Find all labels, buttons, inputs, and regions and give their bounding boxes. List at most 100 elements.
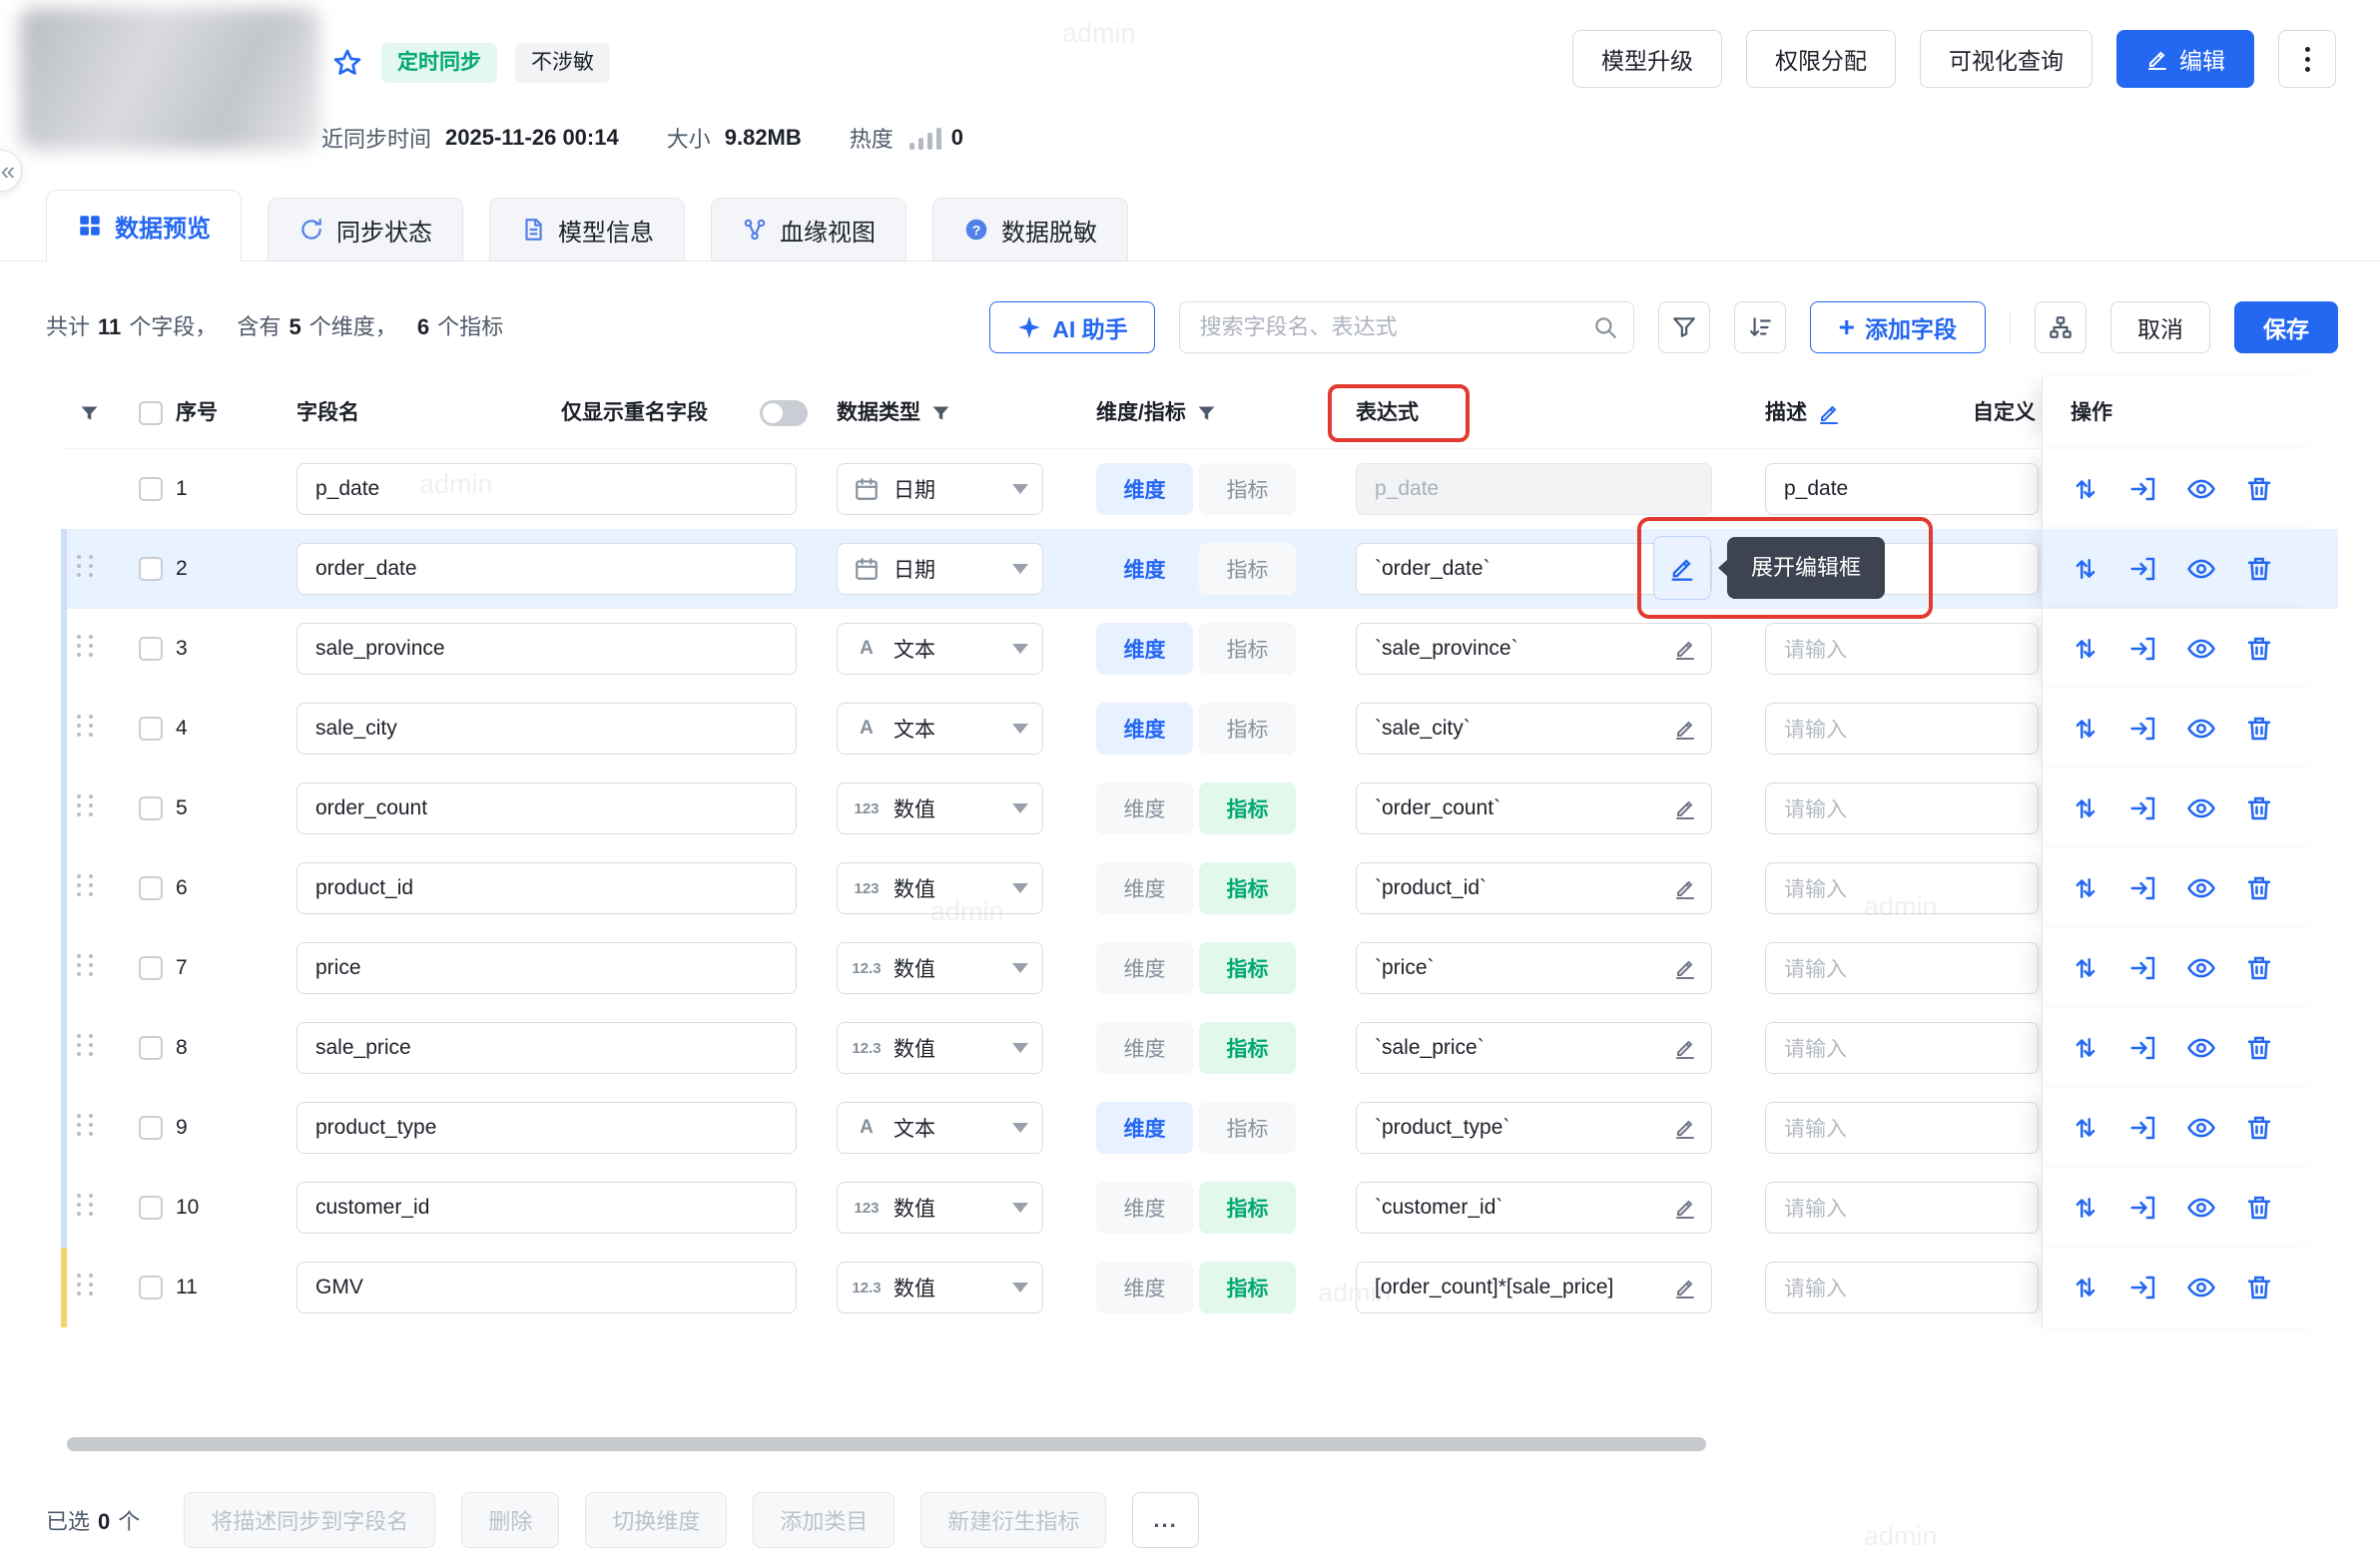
delete-field-icon[interactable] — [2244, 554, 2274, 584]
metric-toggle[interactable]: 指标 — [1199, 1182, 1296, 1234]
metric-toggle[interactable]: 指标 — [1199, 1022, 1296, 1074]
expand-editor-icon[interactable] — [1665, 788, 1705, 828]
dimension-toggle[interactable]: 维度 — [1096, 942, 1193, 994]
expression-input[interactable]: `product_id` — [1356, 862, 1712, 914]
batch-edit-description-icon[interactable] — [1817, 401, 1841, 425]
row-checkbox[interactable] — [139, 637, 163, 661]
table-filter-icon[interactable] — [79, 377, 100, 449]
expand-editor-button[interactable] — [1653, 536, 1711, 600]
expression-input[interactable]: `sale_price` — [1356, 1022, 1712, 1074]
drag-handle-icon[interactable] — [77, 1034, 96, 1056]
data-type-select[interactable]: 12.3 数值 — [837, 1262, 1043, 1313]
sync-desc-to-name-button[interactable]: 将描述同步到字段名 — [184, 1492, 435, 1548]
data-type-select[interactable]: 12.3 数值 — [837, 1022, 1043, 1074]
data-type-select[interactable]: 123 数值 — [837, 1182, 1043, 1234]
sort-button[interactable] — [1734, 301, 1786, 353]
drag-handle-icon[interactable] — [77, 635, 96, 657]
save-button[interactable]: 保存 — [2234, 301, 2338, 353]
move-row-icon[interactable] — [2071, 873, 2100, 903]
metric-toggle[interactable]: 指标 — [1199, 543, 1296, 595]
insert-row-icon[interactable] — [2128, 1193, 2158, 1223]
drag-handle-icon[interactable] — [77, 715, 96, 737]
field-name-input[interactable]: sale_province — [297, 623, 797, 675]
data-type-select[interactable]: 123 数值 — [837, 862, 1043, 914]
more-actions-button[interactable] — [2278, 30, 2336, 88]
row-checkbox[interactable] — [139, 1196, 163, 1220]
dimension-toggle[interactable]: 维度 — [1096, 463, 1193, 515]
field-name-input[interactable]: product_type — [297, 1102, 797, 1154]
insert-row-icon[interactable] — [2128, 634, 2158, 664]
dimension-toggle[interactable]: 维度 — [1096, 1022, 1193, 1074]
move-row-icon[interactable] — [2071, 714, 2100, 744]
preview-field-icon[interactable] — [2186, 634, 2216, 664]
expand-editor-icon[interactable] — [1665, 868, 1705, 908]
preview-field-icon[interactable] — [2186, 953, 2216, 983]
metric-toggle[interactable]: 指标 — [1199, 703, 1296, 755]
collapse-panel-button[interactable]: « — [0, 150, 22, 192]
description-input[interactable]: 请输入 — [1765, 862, 2039, 914]
row-checkbox[interactable] — [139, 717, 163, 741]
drag-handle-icon[interactable] — [77, 954, 96, 976]
move-row-icon[interactable] — [2071, 1273, 2100, 1302]
row-checkbox[interactable] — [139, 1276, 163, 1299]
description-input[interactable]: 请输入 — [1765, 1102, 2039, 1154]
dimension-toggle[interactable]: 维度 — [1096, 1262, 1193, 1313]
description-input[interactable]: 请输入 — [1765, 1262, 2039, 1313]
dimension-toggle[interactable]: 维度 — [1096, 1102, 1193, 1154]
drag-handle-icon[interactable] — [77, 794, 96, 816]
field-name-input[interactable]: order_date — [297, 543, 797, 595]
row-checkbox[interactable] — [139, 1036, 163, 1060]
dimension-toggle[interactable]: 维度 — [1096, 703, 1193, 755]
preview-field-icon[interactable] — [2186, 1193, 2216, 1223]
field-name-input[interactable]: price — [297, 942, 797, 994]
tab-data-masking[interactable]: ? 数据脱敏 — [932, 198, 1128, 261]
permission-assign-button[interactable]: 权限分配 — [1746, 30, 1896, 88]
tab-sync-status[interactable]: 同步状态 — [268, 198, 463, 261]
add-field-button[interactable]: + 添加字段 — [1810, 301, 1986, 353]
move-row-icon[interactable] — [2071, 953, 2100, 983]
expression-input[interactable]: p_date — [1356, 463, 1712, 515]
move-row-icon[interactable] — [2071, 1033, 2100, 1063]
insert-row-icon[interactable] — [2128, 1033, 2158, 1063]
preview-field-icon[interactable] — [2186, 714, 2216, 744]
expand-editor-icon[interactable] — [1665, 709, 1705, 749]
dimension-toggle[interactable]: 维度 — [1096, 623, 1193, 675]
description-input[interactable]: 请输入 — [1765, 623, 2039, 675]
add-category-button[interactable]: 添加类目 — [753, 1492, 894, 1548]
delete-field-icon[interactable] — [2244, 1033, 2274, 1063]
drag-handle-icon[interactable] — [77, 1114, 96, 1136]
metric-toggle[interactable]: 指标 — [1199, 463, 1296, 515]
move-row-icon[interactable] — [2071, 793, 2100, 823]
field-name-input[interactable]: GMV — [297, 1262, 797, 1313]
metric-toggle[interactable]: 指标 — [1199, 782, 1296, 834]
delete-field-icon[interactable] — [2244, 634, 2274, 664]
row-checkbox[interactable] — [139, 796, 163, 820]
expression-input[interactable]: `customer_id` — [1356, 1182, 1712, 1234]
description-input[interactable]: 请输入 — [1765, 703, 2039, 755]
drag-handle-icon[interactable] — [77, 874, 96, 896]
data-type-select[interactable]: A 文本 — [837, 1102, 1043, 1154]
search-input[interactable] — [1179, 301, 1634, 353]
move-row-icon[interactable] — [2071, 474, 2100, 504]
expression-input[interactable]: `sale_city` — [1356, 703, 1712, 755]
data-type-select[interactable]: A 文本 — [837, 703, 1043, 755]
category-tree-button[interactable] — [2035, 301, 2086, 353]
tab-model-info[interactable]: 模型信息 — [489, 198, 685, 261]
expand-editor-icon[interactable] — [1665, 1108, 1705, 1148]
data-type-select[interactable]: 12.3 数值 — [837, 942, 1043, 994]
description-input[interactable]: 请输入 — [1765, 1022, 2039, 1074]
data-type-select[interactable]: 123 数值 — [837, 782, 1043, 834]
field-name-input[interactable]: sale_city — [297, 703, 797, 755]
drag-handle-icon[interactable] — [77, 1274, 96, 1296]
data-type-select[interactable]: A 文本 — [837, 623, 1043, 675]
metric-toggle[interactable]: 指标 — [1199, 1262, 1296, 1313]
insert-row-icon[interactable] — [2128, 714, 2158, 744]
row-checkbox[interactable] — [139, 1116, 163, 1140]
expression-input[interactable]: [order_count]*[sale_price] — [1356, 1262, 1712, 1313]
expand-editor-icon[interactable] — [1665, 948, 1705, 988]
dimension-toggle[interactable]: 维度 — [1096, 862, 1193, 914]
metric-toggle[interactable]: 指标 — [1199, 1102, 1296, 1154]
switch-dimension-button[interactable]: 切换维度 — [585, 1492, 727, 1548]
filter-button[interactable] — [1658, 301, 1710, 353]
more-batch-actions-button[interactable]: ... — [1132, 1492, 1198, 1548]
